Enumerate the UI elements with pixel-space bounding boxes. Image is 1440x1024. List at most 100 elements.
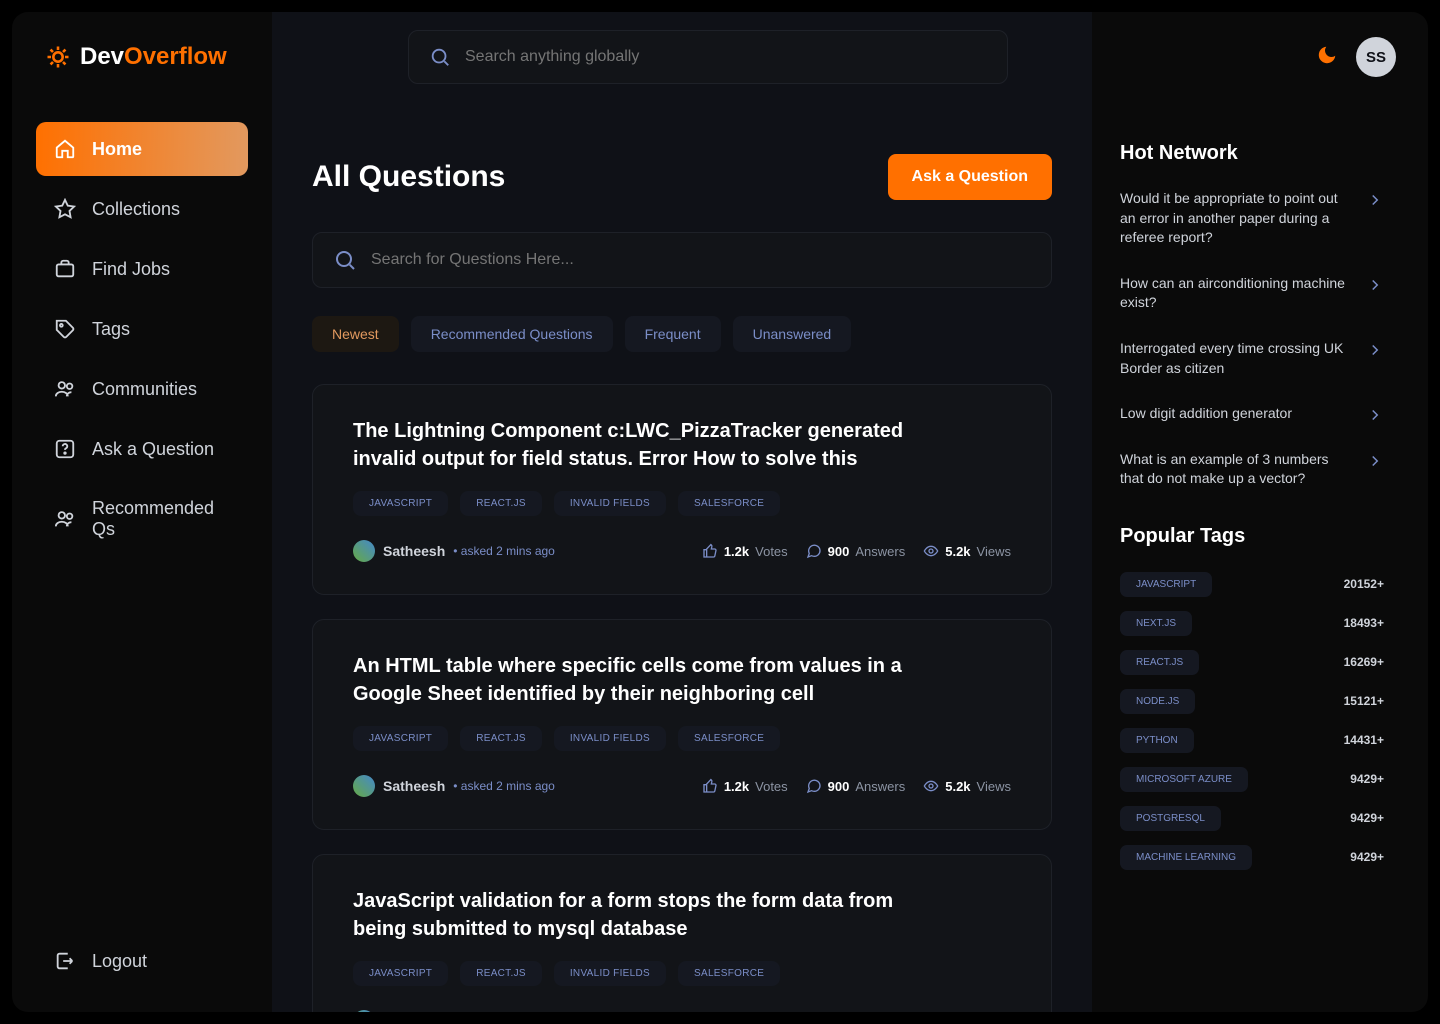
popular-tag[interactable]: NODE.JS	[1120, 689, 1195, 714]
sidebar: Home Collections Find Jobs Tags Communities A…	[12, 12, 272, 1012]
brand-part1: Dev	[80, 43, 124, 70]
home-icon	[54, 138, 76, 160]
popular-tag-count: 14431+	[1344, 733, 1384, 747]
local-search-input[interactable]	[371, 251, 1031, 269]
question-title[interactable]: The Lightning Component c:LWC_PizzaTrack…	[353, 417, 913, 473]
message-icon	[806, 543, 822, 559]
logout-button[interactable]: Logout	[36, 934, 248, 988]
sidebar-item-label: Ask a Question	[92, 439, 214, 460]
main-content: All Questions Ask a Question Newest Recom…	[272, 12, 1092, 1012]
sidebar-item-ask-a-question[interactable]: Ask a Question	[36, 422, 248, 476]
popular-tag-item[interactable]: POSTGRESQL 9429+	[1120, 806, 1384, 831]
author-avatar[interactable]	[353, 540, 375, 562]
hot-network-item[interactable]: How can an airconditioning machine exist…	[1120, 274, 1384, 313]
tag-icon	[54, 318, 76, 340]
sidebar-item-collections[interactable]: Collections	[36, 182, 248, 236]
question-tag[interactable]: INVALID FIELDS	[554, 491, 666, 516]
question-card[interactable]: The Lightning Component c:LWC_PizzaTrack…	[312, 384, 1052, 595]
popular-tag-count: 9429+	[1350, 850, 1384, 864]
popular-tag[interactable]: MICROSOFT AZURE	[1120, 767, 1248, 792]
sidebar-item-label: Tags	[92, 319, 130, 340]
question-tag[interactable]: INVALID FIELDS	[554, 726, 666, 751]
popular-tag-count: 20152+	[1344, 577, 1384, 591]
search-icon	[333, 248, 357, 272]
question-tag[interactable]: REACT.JS	[460, 726, 542, 751]
sidebar-item-find-jobs[interactable]: Find Jobs	[36, 242, 248, 296]
answers-stat: 900Answers	[806, 543, 906, 559]
popular-tag[interactable]: JAVASCRIPT	[1120, 572, 1212, 597]
question-tag[interactable]: SALESFORCE	[678, 961, 780, 986]
author-name[interactable]: Satheesh	[383, 778, 445, 794]
hot-network-item[interactable]: Interrogated every time crossing UK Bord…	[1120, 339, 1384, 378]
popular-tag[interactable]: NEXT.JS	[1120, 611, 1192, 636]
filter-unanswered[interactable]: Unanswered	[733, 316, 852, 352]
question-tags: JAVASCRIPT REACT.JS INVALID FIELDS SALESFOR…	[353, 961, 1011, 986]
popular-tag-count: 18493+	[1344, 616, 1384, 630]
question-title[interactable]: An HTML table where specific cells come …	[353, 652, 913, 708]
page-title: All Questions	[312, 160, 505, 194]
question-tag[interactable]: JAVASCRIPT	[353, 961, 448, 986]
votes-stat: 1.2kVotes	[702, 543, 788, 559]
popular-tag-count: 9429+	[1350, 772, 1384, 786]
popular-tag-item[interactable]: PYTHON 14431+	[1120, 728, 1384, 753]
views-stat: 5.2kViews	[923, 778, 1011, 794]
ask-question-button[interactable]: Ask a Question	[888, 154, 1052, 200]
popular-tag-item[interactable]: MICROSOFT AZURE 9429+	[1120, 767, 1384, 792]
filter-newest[interactable]: Newest	[312, 316, 399, 352]
sidebar-item-tags[interactable]: Tags	[36, 302, 248, 356]
hot-network-item[interactable]: Low digit addition generator	[1120, 404, 1384, 424]
question-list: The Lightning Component c:LWC_PizzaTrack…	[312, 384, 1052, 1012]
sidebar-item-label: Collections	[92, 199, 180, 220]
popular-tag[interactable]: PYTHON	[1120, 728, 1194, 753]
question-tag[interactable]: REACT.JS	[460, 491, 542, 516]
like-icon	[702, 543, 718, 559]
popular-tag[interactable]: MACHINE LEARNING	[1120, 845, 1252, 870]
hot-network-item[interactable]: Would it be appropriate to point out an …	[1120, 189, 1384, 248]
question-title[interactable]: JavaScript validation for a form stops t…	[353, 887, 913, 943]
question-tag[interactable]: REACT.JS	[460, 961, 542, 986]
question-tag[interactable]: JAVASCRIPT	[353, 726, 448, 751]
question-tag[interactable]: JAVASCRIPT	[353, 491, 448, 516]
question-card[interactable]: An HTML table where specific cells come …	[312, 619, 1052, 830]
popular-tag[interactable]: REACT.JS	[1120, 650, 1199, 675]
hot-network-item[interactable]: What is an example of 3 numbers that do …	[1120, 450, 1384, 489]
logo[interactable]: DevOverflow	[44, 43, 244, 71]
global-search[interactable]	[408, 30, 1008, 84]
popular-tag-item[interactable]: NEXT.JS 18493+	[1120, 611, 1384, 636]
local-search[interactable]	[312, 232, 1052, 288]
chevron-right-icon	[1366, 450, 1384, 468]
user-avatar[interactable]: SS	[1356, 37, 1396, 77]
global-search-input[interactable]	[465, 48, 987, 66]
votes-stat: 1.2kVotes	[702, 778, 788, 794]
asked-time: • asked 2 mins ago	[453, 544, 555, 558]
message-icon	[806, 778, 822, 794]
popular-tag-item[interactable]: REACT.JS 16269+	[1120, 650, 1384, 675]
logout-icon	[54, 950, 76, 972]
question-tag[interactable]: INVALID FIELDS	[554, 961, 666, 986]
question-card[interactable]: JavaScript validation for a form stops t…	[312, 854, 1052, 1012]
views-stat: 5.2kViews	[923, 543, 1011, 559]
popular-tag-item[interactable]: JAVASCRIPT 20152+	[1120, 572, 1384, 597]
sidebar-item-recommended-qs[interactable]: Recommended Qs	[36, 482, 248, 556]
sidebar-item-label: Find Jobs	[92, 259, 170, 280]
filter-frequent[interactable]: Frequent	[625, 316, 721, 352]
popular-tag-count: 16269+	[1344, 655, 1384, 669]
sidebar-item-home[interactable]: Home	[36, 122, 248, 176]
question-tag[interactable]: SALESFORCE	[678, 491, 780, 516]
popular-tag-item[interactable]: MACHINE LEARNING 9429+	[1120, 845, 1384, 870]
question-tag[interactable]: SALESFORCE	[678, 726, 780, 751]
sidebar-item-communities[interactable]: Communities	[36, 362, 248, 416]
popular-tag-count: 9429+	[1350, 811, 1384, 825]
users-icon	[54, 378, 76, 400]
chevron-right-icon	[1366, 274, 1384, 292]
filter-row: Newest Recommended Questions Frequent Unans…	[312, 316, 1052, 352]
popular-tag[interactable]: POSTGRESQL	[1120, 806, 1221, 831]
star-icon	[54, 198, 76, 220]
filter-recommended-questions[interactable]: Recommended Questions	[411, 316, 613, 352]
author-name[interactable]: Satheesh	[383, 543, 445, 559]
popular-tag-item[interactable]: NODE.JS15121+	[1120, 689, 1384, 714]
theme-toggle[interactable]	[1316, 44, 1338, 71]
author-avatar[interactable]	[353, 1010, 375, 1012]
users-icon	[54, 508, 76, 530]
author-avatar[interactable]	[353, 775, 375, 797]
